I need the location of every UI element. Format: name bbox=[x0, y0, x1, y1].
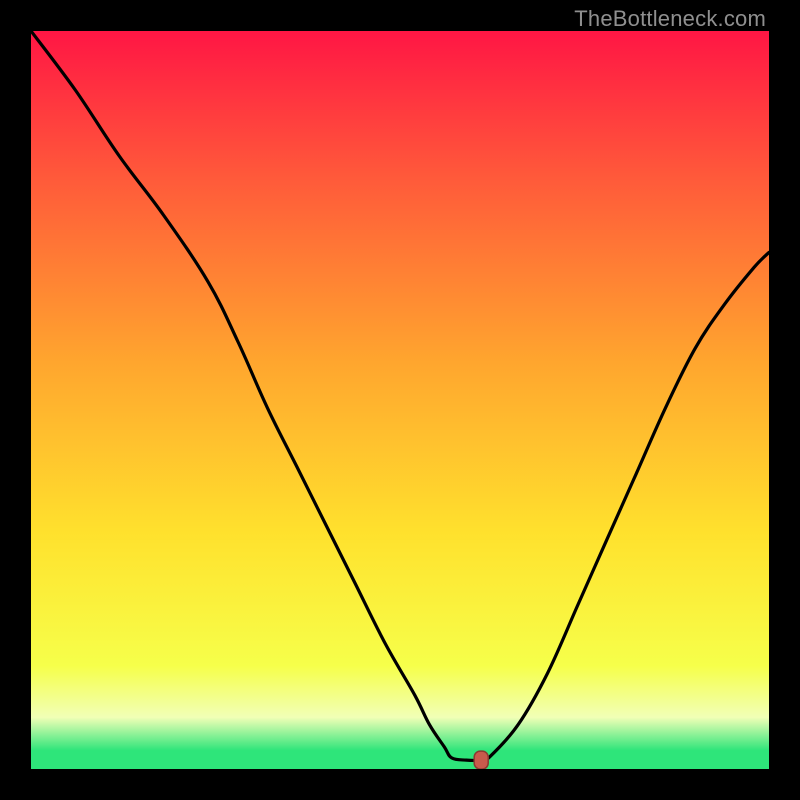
watermark-text: TheBottleneck.com bbox=[574, 6, 766, 32]
optimal-marker bbox=[474, 751, 488, 769]
gradient-background bbox=[31, 31, 769, 769]
chart-svg bbox=[31, 31, 769, 769]
chart-frame: TheBottleneck.com bbox=[0, 0, 800, 800]
plot-area bbox=[31, 31, 769, 769]
